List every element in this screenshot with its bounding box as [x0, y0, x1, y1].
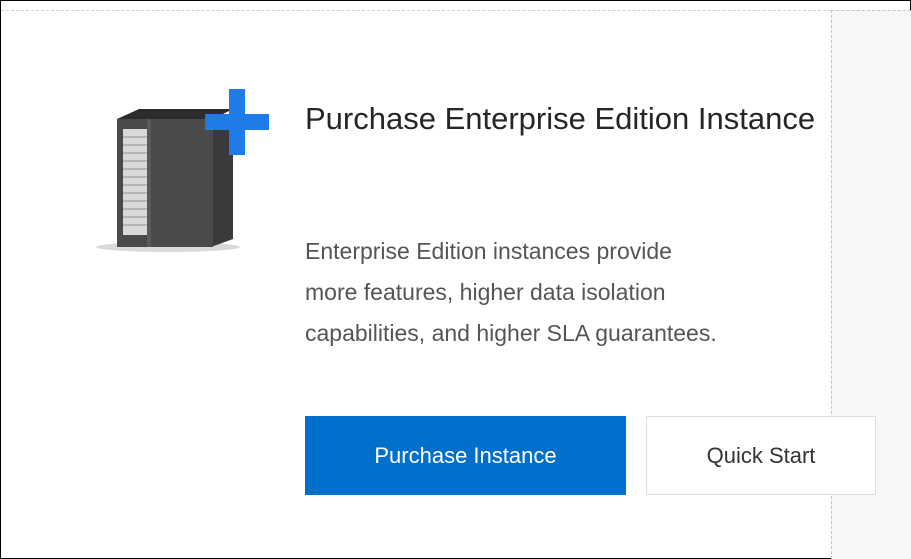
card-description: Enterprise Edition instances provide mor… [305, 238, 717, 346]
server-add-icon [96, 89, 269, 252]
purchase-card: Purchase Enterprise Edition Instance Ent… [1, 1, 910, 558]
screenshot-frame: Purchase Enterprise Edition Instance Ent… [0, 0, 911, 559]
quick-start-button[interactable]: Quick Start [646, 416, 876, 495]
card-title: Purchase Enterprise Edition Instance [305, 101, 816, 136]
purchase-instance-button[interactable]: Purchase Instance [305, 416, 626, 495]
